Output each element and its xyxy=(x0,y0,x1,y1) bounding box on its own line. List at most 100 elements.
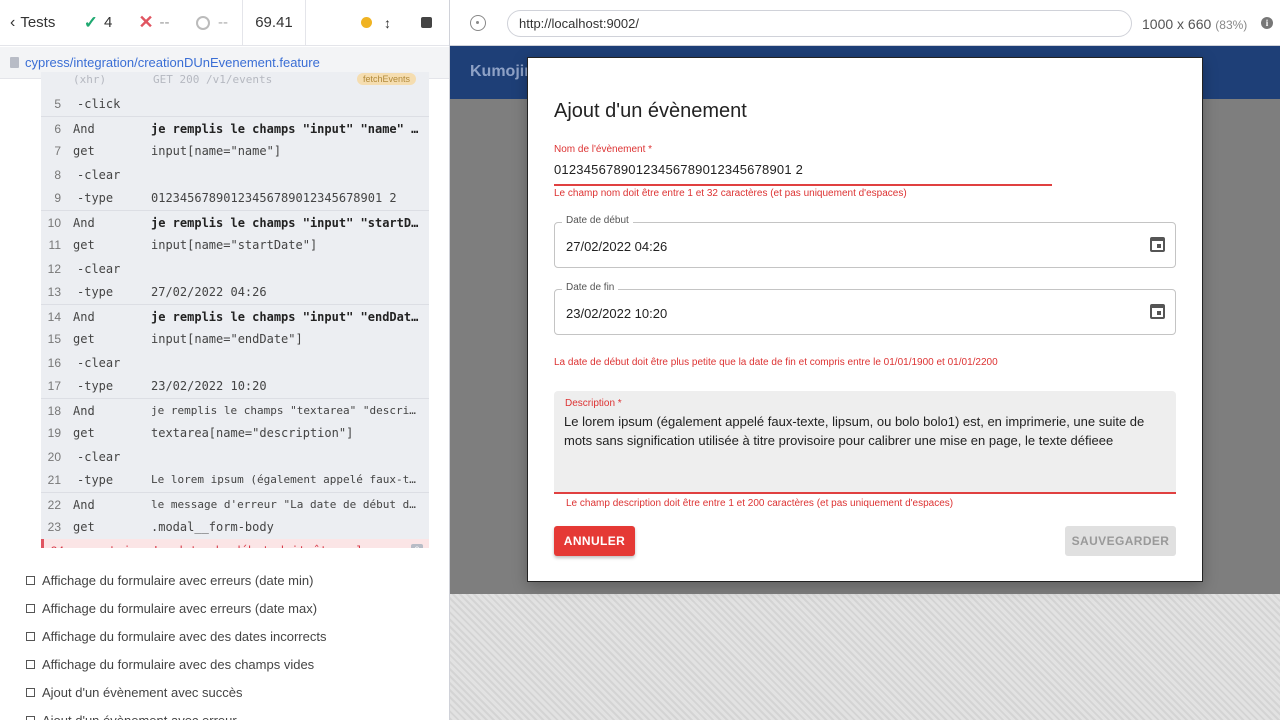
alias-badge: fetchEvents xyxy=(357,73,417,85)
end-date-field[interactable]: Date de fin 23/02/2022 10:20 xyxy=(554,282,1176,335)
command-message: La date de début doit être plus petite q… xyxy=(154,544,410,549)
command-name: get xyxy=(73,426,95,440)
description-textarea[interactable]: Le lorem ipsum (également appelé faux-te… xyxy=(564,412,1169,450)
command-number: 21 xyxy=(47,473,61,487)
command-message: je remplis le champs "input" "name" avec… xyxy=(151,121,421,136)
end-date-value[interactable]: 23/02/2022 10:20 xyxy=(566,306,667,321)
command-row[interactable]: 19 get textarea[name="description"] xyxy=(41,421,429,445)
date-error-message: La date de début doit être plus petite q… xyxy=(554,357,998,368)
spec-file-path[interactable]: cypress/integration/creationDUnEvenement… xyxy=(25,55,320,70)
command-row[interactable]: 7 get input[name="name"] xyxy=(41,139,429,163)
test-item[interactable]: Ajout d'un évènement avec erreur xyxy=(26,710,237,720)
command-name: get xyxy=(73,144,95,158)
test-title[interactable]: Affichage du formulaire avec des champs … xyxy=(42,657,314,672)
command-row[interactable]: 8 -clear xyxy=(41,163,429,187)
command-number: 6 xyxy=(54,121,61,136)
command-message: 27/02/2022 04:26 xyxy=(151,285,267,299)
command-row[interactable]: 18 And je remplis le champs "textarea" "de… xyxy=(41,397,429,422)
x-icon: ✕ xyxy=(138,12,154,32)
command-name: get xyxy=(73,332,95,346)
test-item[interactable]: Ajout d'un évènement avec succès xyxy=(26,682,243,702)
command-row[interactable]: 10 And je remplis le champs "input" "start… xyxy=(41,209,429,234)
command-row[interactable]: 14 And je remplis le champs "input" "endDa… xyxy=(41,303,429,328)
command-name: And xyxy=(73,497,95,512)
command-message: je remplis le champs "input" "startDate"… xyxy=(151,215,421,230)
command-row[interactable]: 13 -type 27/02/2022 04:26 xyxy=(41,280,429,304)
chevron-left-icon: ‹ xyxy=(10,13,16,31)
command-row[interactable]: 22 And le message d'erreur "La date de déb… xyxy=(41,491,429,516)
url-bar[interactable]: http://localhost:9002/ xyxy=(507,10,1132,37)
pending-value: -- xyxy=(218,14,228,31)
command-number: 22 xyxy=(47,497,61,512)
command-name: (xhr) xyxy=(73,73,107,86)
checkbox-icon xyxy=(26,715,35,720)
command-number: 20 xyxy=(47,449,61,464)
command-number: 16 xyxy=(47,355,61,370)
command-row[interactable]: 16 -clear xyxy=(41,351,429,375)
command-number: 10 xyxy=(47,215,61,230)
failed-count: ✕ -- xyxy=(126,0,182,46)
reporter-panel: ‹ Tests ✓ 4 ✕ -- -- 69.41 ↕ cypress/inte… xyxy=(0,0,450,720)
start-date-field[interactable]: Date de début 27/02/2022 04:26 xyxy=(554,215,1176,268)
passed-count: ✓ 4 xyxy=(70,0,126,46)
test-item[interactable]: Affichage du formulaire avec des champs … xyxy=(26,654,314,674)
command-number: 14 xyxy=(47,309,61,324)
match-count-badge: 0 xyxy=(411,543,423,548)
checkbox-icon xyxy=(26,631,35,641)
app-brand: Kumojin xyxy=(470,63,534,80)
test-item[interactable]: Affichage du formulaire avec erreurs (da… xyxy=(26,570,313,590)
name-input[interactable]: 01234567890123456789012345678901 2 xyxy=(554,162,1052,186)
command-message: GET 200 /v1/events xyxy=(153,73,273,86)
calendar-icon[interactable] xyxy=(1150,237,1165,252)
command-message: je remplis le champs "input" "endDate" a… xyxy=(151,309,421,324)
command-row[interactable]: 23 get .modal__form-body xyxy=(41,515,429,539)
modal-title: Ajout d'un évènement xyxy=(554,100,747,122)
test-title[interactable]: Affichage du formulaire avec des dates i… xyxy=(42,629,326,644)
command-row[interactable]: 9 -type 01234567890123456789012345678901 2 xyxy=(41,186,429,210)
start-date-value[interactable]: 27/02/2022 04:26 xyxy=(566,239,667,254)
command-row[interactable]: 17 -type 23/02/2022 10:20 xyxy=(41,374,429,398)
save-button[interactable]: SAUVEGARDER xyxy=(1065,526,1176,556)
run-controls: ↕ xyxy=(306,0,449,46)
command-message: 23/02/2022 10:20 xyxy=(151,379,267,393)
test-title[interactable]: Affichage du formulaire avec erreurs (da… xyxy=(42,573,313,588)
command-message: Le lorem ipsum (également appelé faux-te… xyxy=(151,473,421,486)
command-name: And xyxy=(73,309,95,324)
sort-arrows-icon[interactable]: ↕ xyxy=(384,15,391,31)
pending-circle-icon xyxy=(196,15,210,30)
test-item[interactable]: Affichage du formulaire avec des dates i… xyxy=(26,626,326,646)
command-name: get xyxy=(73,520,95,534)
file-icon xyxy=(10,57,19,68)
test-item[interactable]: Affichage du formulaire avec erreurs (da… xyxy=(26,598,317,618)
command-number: 7 xyxy=(54,144,61,158)
command-row[interactable]: 11 get input[name="startDate"] xyxy=(41,233,429,257)
command-row[interactable]: 15 get input[name="endDate"] xyxy=(41,327,429,351)
command-row[interactable]: 20 -clear xyxy=(41,445,429,469)
command-number: 15 xyxy=(47,332,61,346)
crosshair-icon[interactable] xyxy=(470,15,486,31)
command-message: input[name="startDate"] xyxy=(151,238,318,252)
description-field[interactable]: Description * Le lorem ipsum (également … xyxy=(554,391,1176,494)
command-number: 23 xyxy=(47,520,61,534)
tests-button[interactable]: ‹ Tests xyxy=(0,0,70,46)
info-icon[interactable]: i xyxy=(1261,17,1273,29)
command-row[interactable]: 24 -contains La date de début doit être pl… xyxy=(41,538,429,549)
command-message: textarea[name="description"] xyxy=(151,426,354,440)
command-row-partial: (xhr) GET 200 /v1/events fetchEvents xyxy=(41,72,429,92)
viewport-scale: (83%) xyxy=(1215,18,1248,32)
calendar-icon[interactable] xyxy=(1150,304,1165,319)
test-title[interactable]: Ajout d'un évènement avec succès xyxy=(42,685,243,700)
command-row[interactable]: 6 And je remplis le champs "input" "name" … xyxy=(41,115,429,140)
command-name: -click xyxy=(77,97,121,111)
command-message: je remplis le champs "textarea" "descrip… xyxy=(151,403,421,417)
cancel-button[interactable]: ANNULER xyxy=(554,526,635,556)
test-title[interactable]: Ajout d'un évènement avec erreur xyxy=(42,713,237,720)
command-row[interactable]: 5 -click xyxy=(41,92,429,116)
stop-icon[interactable] xyxy=(421,17,432,28)
description-error-message: Le champ description doit être entre 1 e… xyxy=(566,498,954,509)
command-row[interactable]: 12 -clear xyxy=(41,257,429,281)
command-name: -contains xyxy=(80,544,145,549)
name-field-label: Nom de l'évènement * xyxy=(554,144,653,155)
test-title[interactable]: Affichage du formulaire avec erreurs (da… xyxy=(42,601,317,616)
command-row[interactable]: 21 -type Le lorem ipsum (également appelé … xyxy=(41,468,429,492)
